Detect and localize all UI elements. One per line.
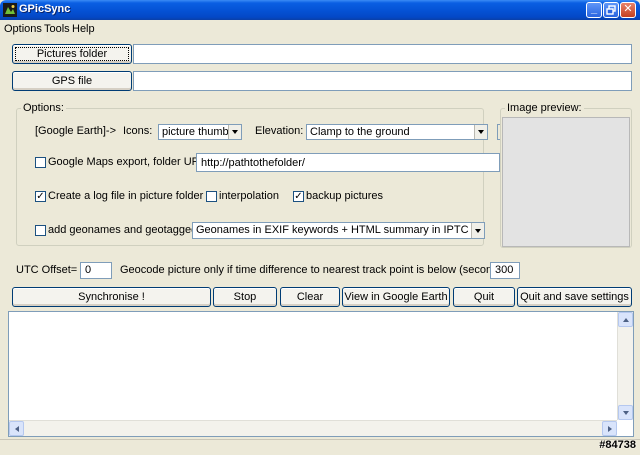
menu-options[interactable]: Options: [4, 23, 42, 35]
restore-button[interactable]: [603, 2, 619, 18]
log-output[interactable]: [8, 311, 634, 437]
horizontal-scrollbar[interactable]: [9, 420, 617, 436]
quit-button[interactable]: Quit: [453, 287, 515, 307]
view-google-earth-button[interactable]: View in Google Earth: [342, 287, 450, 307]
scroll-up-icon[interactable]: [618, 312, 633, 327]
scroll-left-icon[interactable]: [9, 421, 24, 436]
vertical-scrollbar[interactable]: [617, 312, 633, 420]
geonames-select[interactable]: Geonames in EXIF keywords + HTML summary…: [192, 222, 485, 239]
app-icon: [3, 3, 17, 17]
status-bar: [0, 439, 640, 455]
clear-button[interactable]: Clear: [280, 287, 340, 307]
chevron-down-icon[interactable]: [228, 125, 241, 139]
pictures-folder-input[interactable]: [133, 44, 632, 64]
icons-select-value: picture thumb: [162, 126, 229, 138]
logfile-checkbox[interactable]: ✓: [35, 191, 46, 202]
stop-button[interactable]: Stop: [213, 287, 277, 307]
logfile-label: Create a log file in picture folder: [48, 190, 204, 202]
menu-tools[interactable]: Tools: [44, 23, 70, 35]
synchronise-button[interactable]: Synchronise !: [12, 287, 211, 307]
close-icon: ✕: [623, 3, 633, 15]
chevron-down-icon[interactable]: [471, 223, 484, 238]
google-earth-label: [Google Earth]->: [35, 125, 117, 137]
interpolation-label: interpolation: [219, 190, 279, 202]
geonames-checkbox[interactable]: [35, 225, 46, 236]
gmaps-export-checkbox[interactable]: [35, 157, 46, 168]
elevation-label: Elevation:: [255, 125, 304, 137]
utc-offset-input[interactable]: 0: [80, 262, 112, 279]
elevation-select-value: Clamp to the ground: [310, 126, 410, 138]
minimize-icon: _: [590, 3, 598, 15]
options-legend: Options:: [21, 102, 66, 114]
menu-bar: Options Tools Help: [0, 20, 640, 38]
close-button[interactable]: ✕: [620, 2, 636, 18]
scroll-right-icon[interactable]: [602, 421, 617, 436]
backup-checkbox[interactable]: ✓: [293, 191, 304, 202]
geonames-select-value: Geonames in EXIF keywords + HTML summary…: [196, 224, 485, 236]
title-bar[interactable]: GPicSync _ ✕: [0, 0, 640, 20]
chevron-down-icon[interactable]: [474, 125, 487, 139]
window-title: GPicSync: [19, 3, 71, 15]
geocode-seconds-input[interactable]: 300: [490, 262, 520, 279]
geocode-label: Geocode picture only if time difference …: [120, 264, 514, 276]
preview-legend: Image preview:: [505, 102, 584, 114]
geonames-label: add geonames and geotagged: [48, 224, 198, 236]
backup-label: backup pictures: [306, 190, 384, 202]
pictures-folder-button[interactable]: Pictures folder: [12, 44, 132, 64]
gps-file-input[interactable]: [133, 71, 632, 91]
icons-select[interactable]: picture thumb: [158, 124, 242, 140]
interpolation-checkbox[interactable]: [206, 191, 217, 202]
gmaps-export-label: Google Maps export, folder URL=: [48, 156, 213, 168]
menu-help[interactable]: Help: [72, 23, 95, 35]
minimize-button[interactable]: _: [586, 2, 602, 18]
gps-file-button[interactable]: GPS file: [12, 71, 132, 91]
image-preview: [502, 117, 630, 247]
watermark: #84738: [599, 439, 636, 451]
scroll-down-icon[interactable]: [618, 405, 633, 420]
icons-label: Icons:: [123, 125, 153, 137]
gmaps-url-input[interactable]: http://pathtothefolder/: [196, 153, 500, 172]
utc-offset-label: UTC Offset=: [16, 264, 78, 276]
elevation-select[interactable]: Clamp to the ground: [306, 124, 488, 140]
quit-save-button[interactable]: Quit and save settings: [517, 287, 632, 307]
restore-icon: [606, 5, 616, 15]
